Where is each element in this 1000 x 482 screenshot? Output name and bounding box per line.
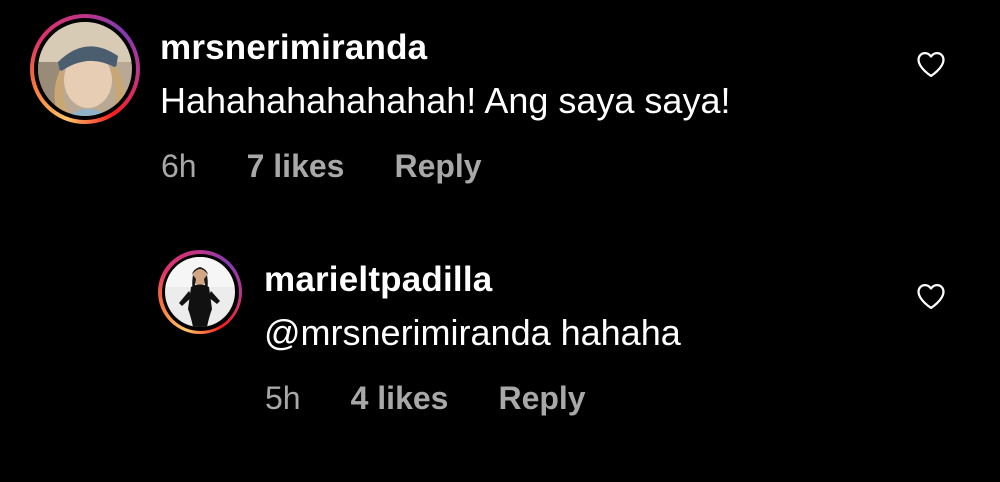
comment-text: Hahahahahahahah! Ang saya saya! xyxy=(160,80,731,121)
avatar[interactable] xyxy=(158,250,242,334)
comment-username[interactable]: marieltpadilla xyxy=(264,260,492,300)
comment-text: @mrsnerimiranda hahaha xyxy=(264,312,681,353)
comment-timestamp: 6h xyxy=(161,148,197,184)
avatar-photo xyxy=(165,257,235,327)
reply-button[interactable]: Reply xyxy=(498,380,585,417)
avatar[interactable] xyxy=(30,14,140,124)
comments-screen: mrsnerimiranda Hahahahahahahah! Ang saya… xyxy=(0,0,1000,482)
avatar-photo xyxy=(38,22,132,116)
comment-meta: 6h 7 likes Reply xyxy=(161,148,482,185)
comment-timestamp: 5h xyxy=(265,380,301,416)
heart-icon[interactable] xyxy=(916,50,946,78)
likes-count-button[interactable]: 7 likes xyxy=(247,148,345,185)
comment-meta: 5h 4 likes Reply xyxy=(265,380,586,417)
likes-count-button[interactable]: 4 likes xyxy=(351,380,449,417)
comment-username[interactable]: mrsnerimiranda xyxy=(160,28,427,68)
reply-button[interactable]: Reply xyxy=(394,148,481,185)
heart-icon[interactable] xyxy=(916,282,946,310)
